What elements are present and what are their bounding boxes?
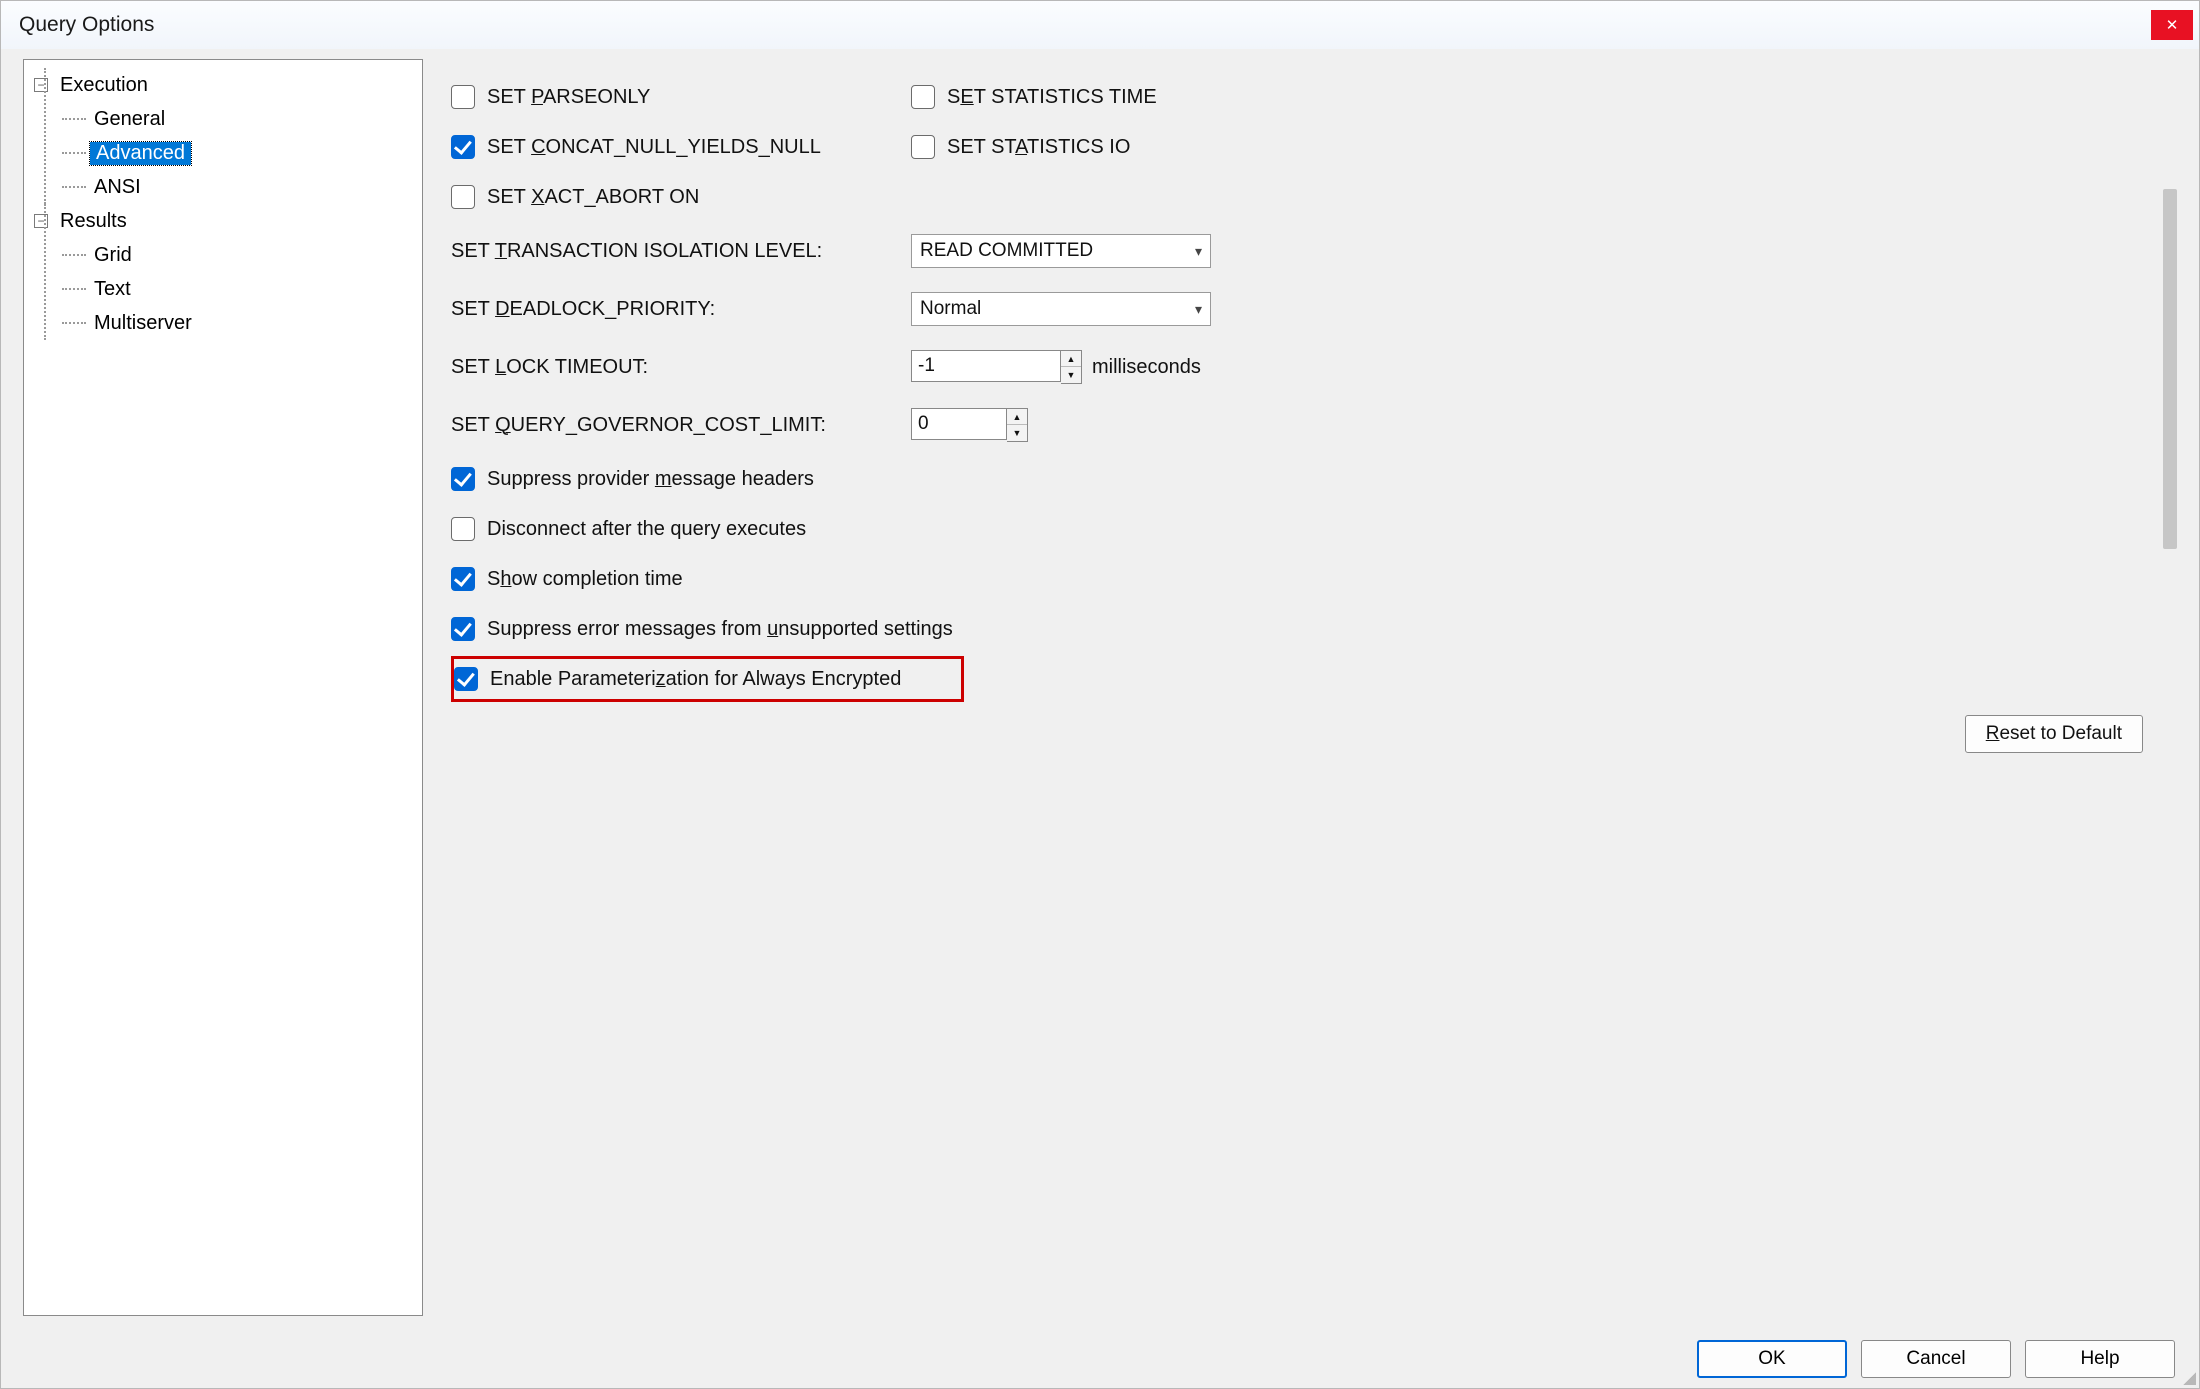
ok-button[interactable]: OK: [1697, 1340, 1847, 1378]
help-button[interactable]: Help: [2025, 1340, 2175, 1378]
checkbox-disconnect-after[interactable]: [451, 517, 475, 541]
tree-node-advanced[interactable]: Advanced: [90, 142, 191, 165]
checkbox-suppress-errors[interactable]: [451, 617, 475, 641]
highlighted-option: Enable Parameterization for Always Encry…: [451, 656, 964, 702]
checkbox-statistics-time[interactable]: [911, 85, 935, 109]
checkbox-parseonly[interactable]: [451, 85, 475, 109]
titlebar: Query Options ✕: [1, 1, 2199, 49]
spin-up-icon[interactable]: ▲: [1061, 351, 1081, 367]
label-deadlock-priority: SET DEADLOCK_PRIORITY:: [451, 298, 911, 321]
scrollbar-thumb[interactable]: [2163, 189, 2177, 549]
vertical-scrollbar[interactable]: [2161, 59, 2179, 1316]
checkbox-show-completion-time[interactable]: [451, 567, 475, 591]
tree-node-text[interactable]: Text: [90, 278, 135, 301]
checkbox-always-encrypted-param[interactable]: [454, 667, 478, 691]
checkbox-xact-abort[interactable]: [451, 185, 475, 209]
checkbox-statistics-io[interactable]: [911, 135, 935, 159]
label-query-governor: SET QUERY_GOVERNOR_COST_LIMIT:: [451, 414, 911, 437]
category-tree[interactable]: − Execution General Advanced ANSI − Resu…: [23, 59, 423, 1316]
reset-to-default-button[interactable]: Reset to Default: [1965, 715, 2143, 753]
label-milliseconds: milliseconds: [1092, 356, 1201, 379]
spin-down-icon[interactable]: ▼: [1061, 367, 1081, 383]
spin-up-icon[interactable]: ▲: [1007, 409, 1027, 425]
tree-node-general[interactable]: General: [90, 108, 169, 131]
spin-down-icon[interactable]: ▼: [1007, 425, 1027, 441]
dialog-title: Query Options: [19, 13, 154, 37]
label-isolation-level: SET TRANSACTION ISOLATION LEVEL:: [451, 240, 911, 263]
resize-grip-icon[interactable]: [2180, 1369, 2196, 1385]
spinner-lock-timeout[interactable]: -1 ▲▼: [911, 350, 1082, 384]
chevron-down-icon: ▾: [1195, 243, 1202, 260]
tree-node-grid[interactable]: Grid: [90, 244, 136, 267]
dialog-footer: OK Cancel Help: [1, 1330, 2199, 1388]
tree-node-multiserver[interactable]: Multiserver: [90, 312, 196, 335]
checkbox-suppress-headers[interactable]: [451, 467, 475, 491]
query-options-dialog: Query Options ✕ − Execution General Adva…: [0, 0, 2200, 1389]
cancel-button[interactable]: Cancel: [1861, 1340, 2011, 1378]
tree-node-execution[interactable]: Execution: [56, 74, 152, 97]
close-button[interactable]: ✕: [2151, 10, 2193, 40]
options-panel: SET NOEXEC SET SHOWPLAN_TEXT SET PARSEON…: [451, 59, 2147, 1316]
spinner-query-governor[interactable]: 0 ▲▼: [911, 408, 1028, 442]
checkbox-concat-null[interactable]: [451, 135, 475, 159]
tree-node-results[interactable]: Results: [56, 210, 131, 233]
combo-isolation-level[interactable]: READ COMMITTED ▾: [911, 234, 1211, 268]
combo-deadlock-priority[interactable]: Normal ▾: [911, 292, 1211, 326]
label-lock-timeout: SET LOCK TIMEOUT:: [451, 356, 911, 379]
tree-node-ansi[interactable]: ANSI: [90, 176, 145, 199]
chevron-down-icon: ▾: [1195, 301, 1202, 318]
close-icon: ✕: [2166, 16, 2179, 34]
